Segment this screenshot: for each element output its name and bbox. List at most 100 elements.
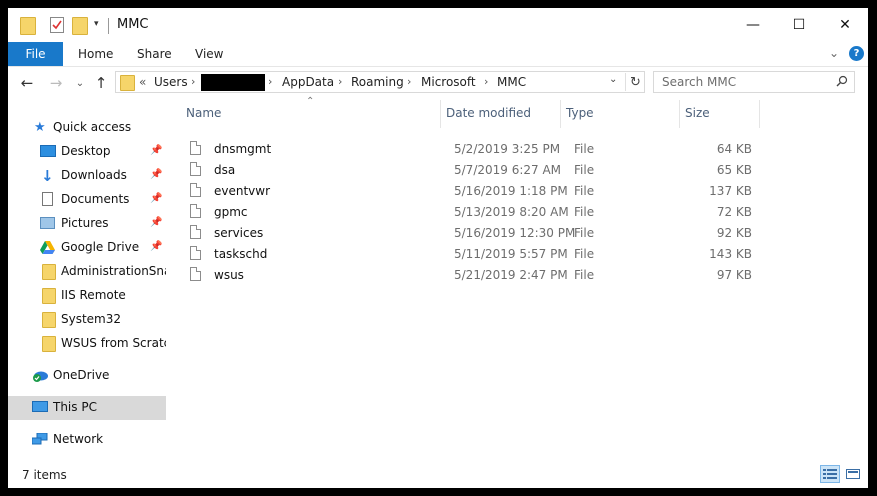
tab-home[interactable]: Home (78, 42, 113, 66)
sidebar-item-documents[interactable]: Documents 📌 (8, 188, 166, 212)
breadcrumb-users[interactable]: Users (154, 75, 188, 89)
sidebar-item-label: This PC (53, 400, 97, 414)
expand-ribbon-icon[interactable]: ⌄ (829, 46, 839, 60)
sidebar-item-wsus-from-scratch[interactable]: WSUS from Scratch (8, 332, 166, 356)
folder-icon (42, 288, 56, 304)
folder-icon (42, 312, 56, 328)
table-row[interactable]: dnsmgmt 5/2/2019 3:25 PM File 64 KB (188, 139, 758, 160)
pin-icon[interactable]: 📌 (150, 193, 162, 204)
column-header-name[interactable]: Name (186, 106, 221, 120)
tab-view[interactable]: View (195, 42, 223, 66)
column-header-size[interactable]: Size (685, 106, 710, 120)
sidebar-item-administrationsnapins[interactable]: AdministrationSnapins (8, 260, 166, 284)
search-icon (836, 75, 848, 90)
refresh-button[interactable]: ↻ (625, 73, 645, 91)
file-date: 5/2/2019 3:25 PM (454, 142, 561, 156)
sidebar-item-downloads[interactable]: ↓ Downloads 📌 (8, 164, 166, 188)
breadcrumb-separator[interactable]: › (407, 75, 411, 88)
details-view-button[interactable] (820, 465, 840, 483)
file-name: dnsmgmt (214, 142, 272, 156)
pin-icon[interactable]: 📌 (150, 145, 162, 156)
table-row[interactable]: services 5/16/2019 12:30 PM File 92 KB (188, 223, 758, 244)
breadcrumb-microsoft[interactable]: Microsoft (421, 75, 476, 89)
close-button[interactable]: ✕ (822, 8, 868, 42)
search-box[interactable]: Search MMC (653, 71, 855, 93)
address-dropdown-icon[interactable]: ⌄ (609, 74, 617, 85)
file-type: File (574, 142, 595, 156)
file-type: File (574, 184, 595, 198)
star-icon: ★ (34, 120, 46, 135)
ribbon-tabs: File Home Share View ⌄ ? (8, 42, 868, 66)
help-icon[interactable]: ? (849, 46, 864, 61)
table-row[interactable]: dsa 5/7/2019 6:27 AM File 65 KB (188, 160, 758, 181)
documents-icon (42, 192, 53, 206)
large-icons-view-button[interactable] (843, 465, 863, 483)
table-row[interactable]: eventvwr 5/16/2019 1:18 PM File 137 KB (188, 181, 758, 202)
sidebar-item-label: AdministrationSnapins (61, 264, 166, 278)
recent-locations-button[interactable]: ⌄ (70, 73, 90, 93)
column-divider[interactable] (759, 100, 760, 128)
sidebar-item-pictures[interactable]: Pictures 📌 (8, 212, 166, 236)
breadcrumb-roaming[interactable]: Roaming (351, 75, 404, 89)
navigation-bar: ← → ⌄ ↑ « Users › › AppData › Roaming › … (8, 66, 868, 99)
pictures-icon (40, 217, 55, 229)
breadcrumb-mmc[interactable]: MMC (497, 75, 526, 89)
file-date: 5/16/2019 1:18 PM (454, 184, 568, 198)
sidebar-item-network[interactable]: Network (8, 428, 166, 452)
sidebar-item-this-pc[interactable]: This PC (8, 396, 166, 420)
file-size: 72 KB (716, 205, 752, 219)
breadcrumb-appdata[interactable]: AppData (282, 75, 334, 89)
column-divider[interactable] (560, 100, 561, 128)
sidebar-item-label: System32 (61, 312, 122, 326)
sidebar-item-onedrive[interactable]: OneDrive (8, 364, 166, 388)
google-drive-icon (40, 241, 55, 254)
pin-icon[interactable]: 📌 (150, 217, 162, 228)
new-folder-icon[interactable] (72, 17, 88, 35)
downloads-icon: ↓ (41, 167, 54, 185)
sidebar-item-desktop[interactable]: Desktop 📌 (8, 140, 166, 164)
column-header-type[interactable]: Type (566, 106, 594, 120)
file-name: taskschd (214, 247, 268, 261)
tab-share[interactable]: Share (137, 42, 172, 66)
properties-icon[interactable] (50, 17, 64, 33)
table-row[interactable]: gpmc 5/13/2019 8:20 AM File 72 KB (188, 202, 758, 223)
column-header-date-modified[interactable]: Date modified (446, 106, 531, 120)
minimize-button[interactable]: — (730, 8, 776, 42)
sidebar-item-quick-access[interactable]: ★ Quick access (8, 116, 166, 140)
sidebar-item-label: WSUS from Scratch (61, 336, 166, 350)
tab-file[interactable]: File (8, 42, 63, 66)
column-divider[interactable] (440, 100, 441, 128)
file-name: wsus (214, 268, 244, 282)
back-button[interactable]: ← (17, 73, 37, 93)
computer-icon (32, 401, 48, 412)
status-item-count: 7 items (22, 468, 67, 482)
file-size: 64 KB (716, 142, 752, 156)
sidebar-item-label: Desktop (61, 144, 111, 158)
up-button[interactable]: ↑ (91, 73, 111, 93)
breadcrumb-separator[interactable]: › (484, 75, 488, 88)
search-input[interactable]: Search MMC (662, 75, 736, 89)
pin-icon[interactable]: 📌 (150, 169, 162, 180)
address-bar[interactable]: « Users › › AppData › Roaming › Microsof… (115, 71, 645, 93)
breadcrumb-overflow[interactable]: « (139, 75, 146, 89)
table-row[interactable]: taskschd 5/11/2019 5:57 PM File 143 KB (188, 244, 758, 265)
table-row[interactable]: wsus 5/21/2019 2:47 PM File 97 KB (188, 265, 758, 286)
forward-button[interactable]: → (46, 73, 66, 93)
breadcrumb-separator[interactable]: › (191, 75, 195, 88)
sidebar-item-google-drive[interactable]: Google Drive 📌 (8, 236, 166, 260)
file-size: 143 KB (709, 247, 752, 261)
file-type: File (574, 247, 595, 261)
file-name: services (214, 226, 264, 240)
folder-icon (42, 264, 56, 280)
breadcrumb-separator[interactable]: › (338, 75, 342, 88)
column-divider[interactable] (679, 100, 680, 128)
file-list: ⌃ Name Date modified Type Size dnsmgmt 5… (174, 96, 868, 460)
window-title: MMC (117, 17, 149, 32)
folder-icon (42, 336, 56, 352)
breadcrumb-separator[interactable]: › (268, 75, 272, 88)
maximize-button[interactable]: ☐ (776, 8, 822, 42)
pin-icon[interactable]: 📌 (150, 241, 162, 252)
sidebar-item-system32[interactable]: System32 (8, 308, 166, 332)
sidebar-item-iis-remote[interactable]: IIS Remote (8, 284, 166, 308)
customize-quick-access-icon[interactable]: ▾ (94, 19, 99, 29)
